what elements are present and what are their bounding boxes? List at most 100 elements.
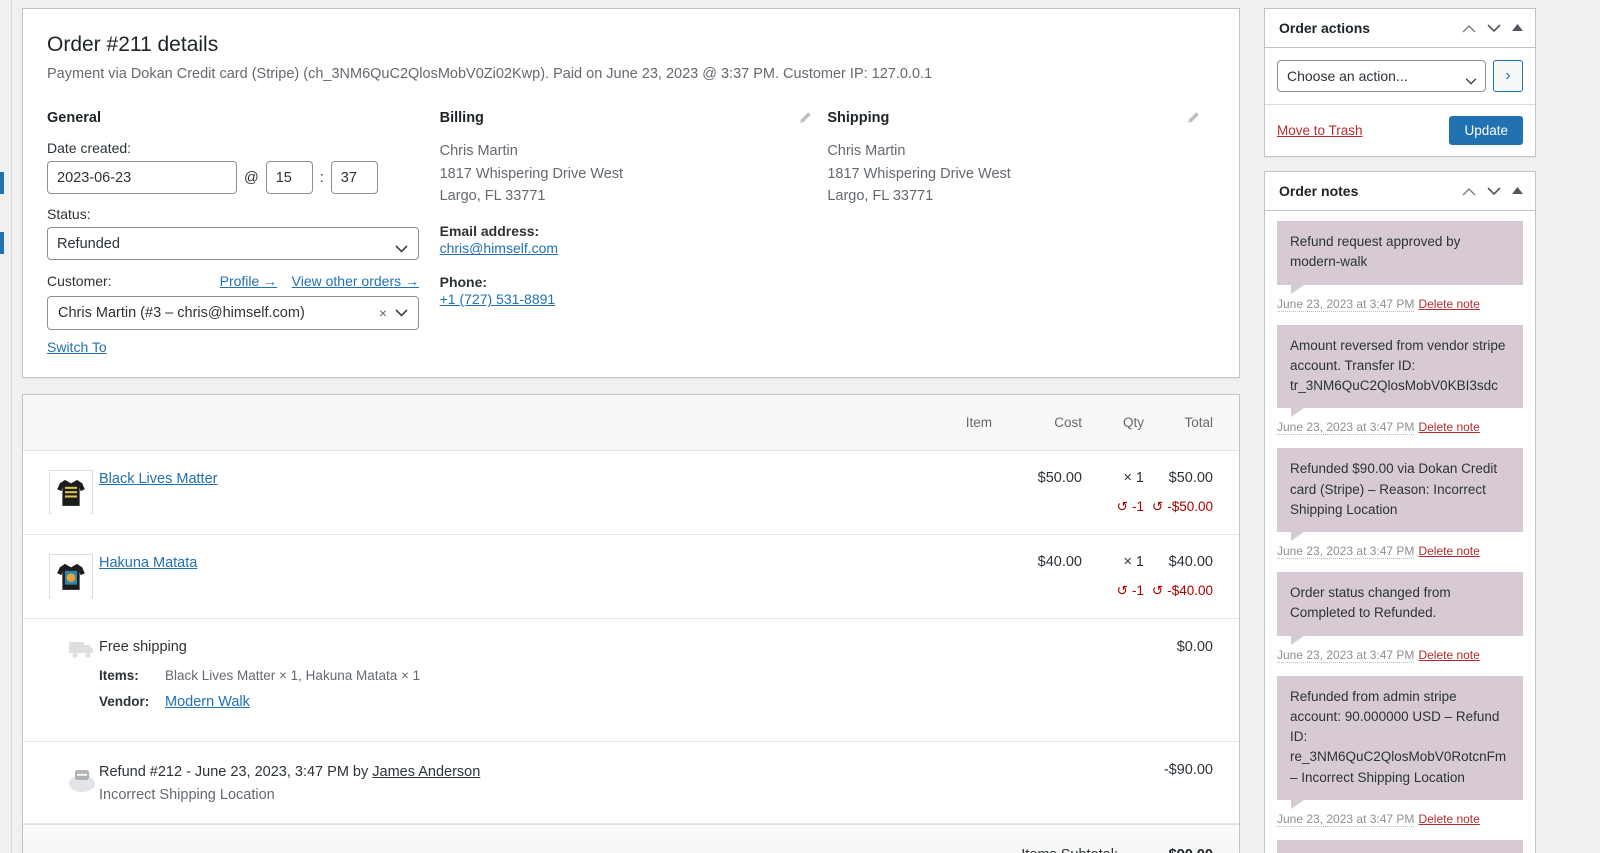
shipping-items-key: Items: bbox=[99, 668, 139, 684]
general-heading: General bbox=[47, 110, 101, 127]
move-up-icon[interactable] bbox=[1462, 24, 1476, 33]
product-name-link[interactable]: Black Lives Matter bbox=[99, 471, 217, 487]
item-total: $40.00 ↺ -$40.00 bbox=[1144, 534, 1239, 620]
switch-to-link[interactable]: Switch To bbox=[47, 339, 107, 355]
col-header-qty: Qty bbox=[1082, 395, 1144, 452]
general-section: General Date created: @ : Status: Pendin… bbox=[47, 110, 440, 357]
product-thumbnail bbox=[49, 470, 93, 516]
billing-section: Billing Chris Martin 1817 Whispering Dri… bbox=[440, 110, 828, 357]
delete-note-link[interactable]: Delete note bbox=[1418, 648, 1479, 662]
refund-undo-icon: ↺ bbox=[1151, 583, 1164, 599]
order-data-panel: Order #211 details Payment via Dokan Cre… bbox=[22, 8, 1240, 379]
main-column: Order #211 details Payment via Dokan Cre… bbox=[22, 8, 1240, 853]
shipping-items-value: Black Lives Matter × 1, Hakuna Matata × … bbox=[165, 668, 421, 684]
page-title: Order #211 details bbox=[47, 33, 219, 56]
date-created-input[interactable] bbox=[47, 161, 237, 195]
order-status-select[interactable]: Pending paymentProcessingOn holdComplete… bbox=[47, 227, 419, 261]
table-row: Black Lives Matter $50.00 × 1 ↺ -1 $50.00 ↺ -$5… bbox=[23, 450, 1239, 536]
item-refund-total: ↺ -$50.00 bbox=[1151, 499, 1213, 515]
clear-customer-icon[interactable]: × bbox=[379, 305, 395, 321]
order-note: Refunded from admin stripe account: 90.0… bbox=[1277, 675, 1523, 827]
order-note-text: Order status changed from Completed to R… bbox=[1277, 572, 1523, 644]
refund-total: -$90.00 bbox=[1144, 741, 1239, 825]
view-other-orders-link[interactable]: View other orders → bbox=[292, 273, 419, 289]
billing-phone-link[interactable]: +1 (727) 531-8891 bbox=[440, 291, 556, 307]
refund-reason: Incorrect Shipping Location bbox=[99, 787, 275, 804]
order-notes-title: Order notes bbox=[1279, 183, 1359, 199]
order-action-select[interactable]: Choose an action...Email invoice / order… bbox=[1277, 60, 1486, 92]
refund-icon bbox=[69, 770, 95, 793]
at-separator: @ bbox=[244, 169, 259, 186]
order-note: Refund request approved by modern-walk Ju… bbox=[1277, 221, 1523, 312]
customer-label: Customer: bbox=[47, 273, 112, 290]
table-row: Hakuna Matata $40.00 × 1 ↺ -1 $40.00 ↺ -$40.00 bbox=[23, 534, 1239, 620]
order-note-date: June 23, 2023 at 3:47 PM bbox=[1277, 420, 1415, 436]
sidebar-accent-1 bbox=[0, 172, 4, 194]
delete-note-link[interactable]: Delete note bbox=[1418, 812, 1479, 826]
update-button[interactable]: Update bbox=[1449, 116, 1523, 145]
toggle-panel-icon[interactable] bbox=[1512, 187, 1523, 195]
item-refund-qty: ↺ -1 bbox=[1116, 499, 1144, 515]
vendor-link[interactable]: Modern Walk bbox=[165, 694, 250, 710]
refund-undo-icon: ↺ bbox=[1116, 583, 1128, 599]
edit-shipping-pencil-icon[interactable] bbox=[1185, 110, 1201, 126]
order-actions-title: Order actions bbox=[1279, 20, 1371, 36]
move-to-trash-link[interactable]: Move to Trash bbox=[1277, 123, 1363, 138]
order-totals-footer: Items Subtotal: $90.00 bbox=[23, 824, 1239, 853]
order-details-screen: Order #211 details Payment via Dokan Cre… bbox=[0, 0, 1600, 853]
apply-action-button[interactable]: › bbox=[1493, 60, 1523, 92]
edit-billing-pencil-icon[interactable] bbox=[797, 110, 813, 126]
order-note-text: Refund request approved by modern-walk bbox=[1277, 221, 1523, 293]
order-notes-panel: Order notes Refund request approved by m… bbox=[1264, 171, 1536, 853]
billing-address1: 1817 Whispering Drive West bbox=[439, 165, 624, 182]
shipping-address2: Largo, FL 33771 bbox=[827, 187, 934, 204]
item-total: $50.00 ↺ -$50.00 bbox=[1144, 450, 1239, 536]
items-subtotal-value: $90.00 bbox=[1118, 847, 1213, 853]
date-created-label: Date created: bbox=[47, 140, 132, 157]
order-note-text bbox=[1277, 839, 1523, 853]
minute-input[interactable] bbox=[330, 161, 378, 195]
move-down-icon[interactable] bbox=[1487, 23, 1501, 33]
shipping-row: Free shipping Items: Black Lives Matter × … bbox=[23, 618, 1239, 743]
billing-email-label: Email address: bbox=[439, 223, 540, 240]
move-down-icon[interactable] bbox=[1487, 186, 1501, 196]
delete-note-link[interactable]: Delete note bbox=[1418, 544, 1479, 558]
order-note-text: Refunded from admin stripe account: 90.0… bbox=[1277, 675, 1523, 810]
shipping-vendor-key: Vendor: bbox=[99, 694, 150, 710]
shipping-method-title: Free shipping bbox=[99, 639, 187, 656]
table-header-row: Item Cost Qty Total bbox=[23, 395, 1239, 452]
shipping-name: Chris Martin bbox=[827, 143, 906, 160]
item-refund-qty: ↺ -1 bbox=[1116, 583, 1144, 599]
chevron-down-icon bbox=[395, 305, 408, 321]
order-note: Order status changed from Completed to R… bbox=[1277, 572, 1523, 663]
refund-author-link[interactable]: James Anderson bbox=[372, 764, 480, 780]
billing-email-link[interactable]: chris@himself.com bbox=[440, 240, 558, 256]
refund-row: Refund #212 - June 23, 2023, 3:47 PM by … bbox=[23, 741, 1239, 825]
delete-note-link[interactable]: Delete note bbox=[1418, 420, 1479, 434]
product-name-link[interactable]: Hakuna Matata bbox=[99, 555, 197, 571]
col-header-total: Total bbox=[1144, 395, 1239, 452]
item-refund-total: ↺ -$40.00 bbox=[1151, 583, 1213, 599]
order-note-date: June 23, 2023 at 3:47 PM bbox=[1277, 296, 1415, 312]
items-subtotal-label: Items Subtotal: bbox=[958, 847, 1118, 853]
hour-input[interactable] bbox=[265, 161, 313, 195]
shipping-total: $0.00 bbox=[1144, 618, 1239, 743]
order-note: Refunded $90.00 via Dokan Credit card (S… bbox=[1277, 448, 1523, 559]
customer-profile-link[interactable]: Profile → bbox=[220, 273, 278, 289]
billing-heading: Billing bbox=[439, 110, 484, 127]
refund-undo-icon: ↺ bbox=[1151, 499, 1164, 515]
billing-phone-label: Phone: bbox=[439, 274, 488, 291]
order-note-text: Amount reversed from vendor stripe accou… bbox=[1277, 324, 1523, 417]
item-qty: × 1 ↺ -1 bbox=[1082, 534, 1144, 620]
product-thumbnail bbox=[49, 554, 93, 600]
delete-note-link[interactable]: Delete note bbox=[1418, 297, 1479, 311]
order-note-date: June 23, 2023 at 3:47 PM bbox=[1277, 811, 1415, 827]
order-actions-panel: Order actions Choose an action... › Move… bbox=[1264, 8, 1536, 157]
side-column: Order actions Choose an action... › Move… bbox=[1264, 8, 1536, 853]
move-up-icon[interactable] bbox=[1462, 187, 1476, 196]
customer-select[interactable]: Chris Martin (#3 – chris@himself.com) × bbox=[47, 296, 419, 331]
col-header-item: Item bbox=[23, 395, 992, 452]
toggle-panel-icon[interactable] bbox=[1512, 24, 1523, 32]
order-note-text: Refunded $90.00 via Dokan Credit card (S… bbox=[1277, 448, 1523, 541]
order-items-table: Item Cost Qty Total Black Lives Matter $5… bbox=[23, 395, 1239, 825]
